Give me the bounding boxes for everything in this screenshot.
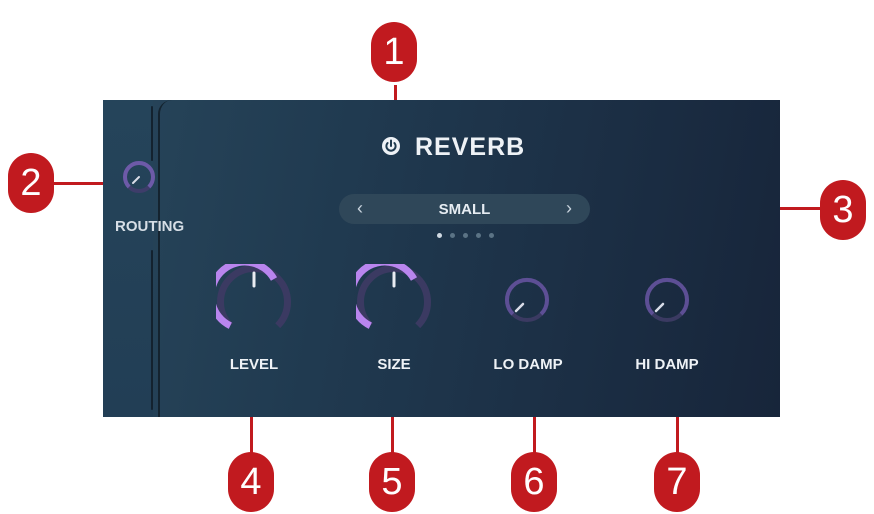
reverb-panel: ROUTING REVERB ‹ SMALL › LEVEL SIZE LO D… [103,100,780,417]
callout-6: 6 [511,452,557,512]
strip-separator-bottom [151,250,153,410]
callout-7: 7 [654,452,700,512]
size-knob[interactable] [356,264,432,340]
hi-damp-knob[interactable] [643,276,691,324]
routing-label: ROUTING [115,218,185,235]
preset-page-dot[interactable] [437,233,442,238]
callout-3: 3 [820,180,866,240]
effect-title: REVERB [415,133,526,161]
preset-page-dot[interactable] [450,233,455,238]
lo-damp-label: LO DAMP [493,356,563,373]
level-knob[interactable] [216,264,292,340]
level-label: LEVEL [229,356,279,373]
strip-separator-top [151,106,153,161]
power-icon[interactable] [381,136,401,156]
hi-damp-label: HI DAMP [635,356,699,373]
callout-2: 2 [8,153,54,213]
lo-damp-knob[interactable] [503,276,551,324]
callout-1: 1 [371,22,417,82]
preset-name: SMALL [438,201,491,218]
chevron-right-icon[interactable]: › [566,198,572,219]
preset-page-dot[interactable] [476,233,481,238]
callout-5: 5 [369,452,415,512]
preset-page-dot[interactable] [463,233,468,238]
size-label: SIZE [377,356,411,373]
preset-page-dot[interactable] [489,233,494,238]
callout-4: 4 [228,452,274,512]
routing-strip [103,100,153,417]
routing-knob[interactable] [122,160,156,194]
preset-selector[interactable]: ‹ SMALL › [339,194,590,224]
